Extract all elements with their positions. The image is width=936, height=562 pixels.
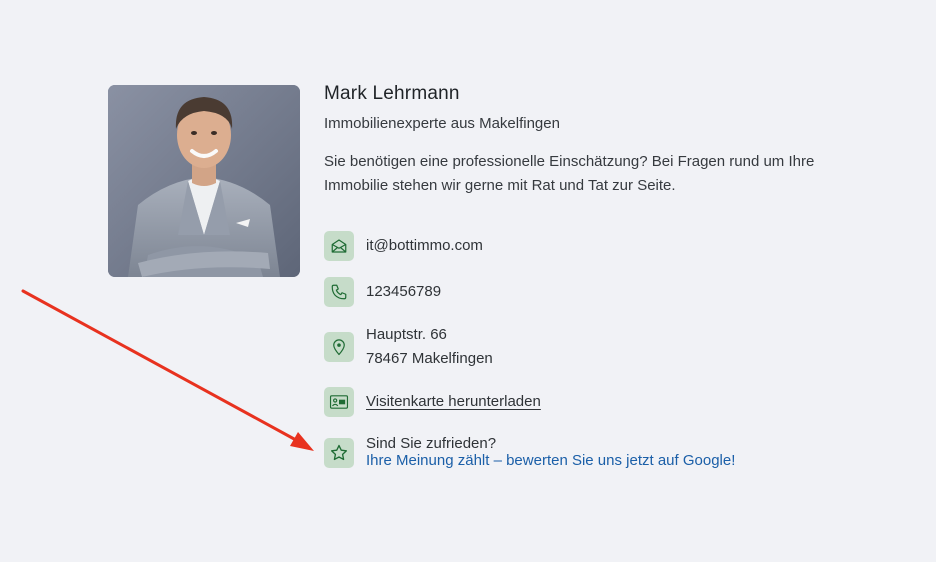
annotation-arrow	[21, 289, 314, 451]
